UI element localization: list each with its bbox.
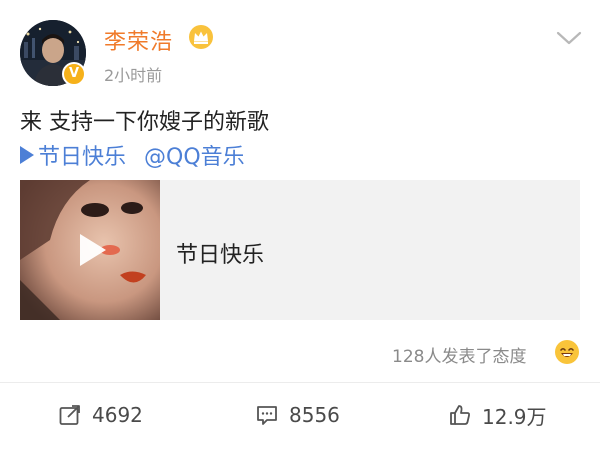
like-count: 12.9万 bbox=[482, 404, 547, 429]
repost-button[interactable]: 4692 bbox=[58, 400, 143, 430]
comment-icon bbox=[257, 406, 277, 425]
smiley-icon[interactable] bbox=[554, 339, 580, 365]
weibo-post: V 李荣浩 2小时前 来 支持一下你嫂子的新歌 节日快乐 @QQ音乐 节日快乐 … bbox=[0, 0, 600, 450]
album-cover[interactable] bbox=[20, 180, 160, 320]
comment-button[interactable]: 8556 bbox=[255, 400, 340, 430]
verified-badge: V bbox=[62, 62, 86, 86]
post-links: 节日快乐 @QQ音乐 bbox=[20, 139, 245, 171]
crown-icon bbox=[189, 25, 213, 49]
play-icon[interactable] bbox=[66, 226, 114, 274]
mention-link[interactable]: @QQ音乐 bbox=[144, 139, 245, 171]
chevron-down-icon[interactable] bbox=[556, 30, 582, 46]
divider bbox=[0, 382, 600, 383]
repost-icon bbox=[59, 405, 80, 425]
repost-count: 4692 bbox=[92, 403, 143, 427]
username[interactable]: 李荣浩 bbox=[104, 24, 173, 56]
comment-count: 8556 bbox=[289, 403, 340, 427]
music-card[interactable]: 节日快乐 bbox=[20, 180, 580, 320]
song-title: 节日快乐 bbox=[176, 243, 265, 268]
thumbs-up-icon bbox=[450, 405, 470, 425]
post-text: 来 支持一下你嫂子的新歌 bbox=[20, 110, 269, 135]
topic-link[interactable]: 节日快乐 bbox=[38, 139, 126, 171]
reactions-summary[interactable]: 128人发表了态度 bbox=[392, 342, 526, 367]
topic-play-icon bbox=[20, 146, 34, 164]
like-button[interactable]: 12.9万 bbox=[448, 400, 547, 430]
post-timestamp: 2小时前 bbox=[104, 66, 163, 85]
